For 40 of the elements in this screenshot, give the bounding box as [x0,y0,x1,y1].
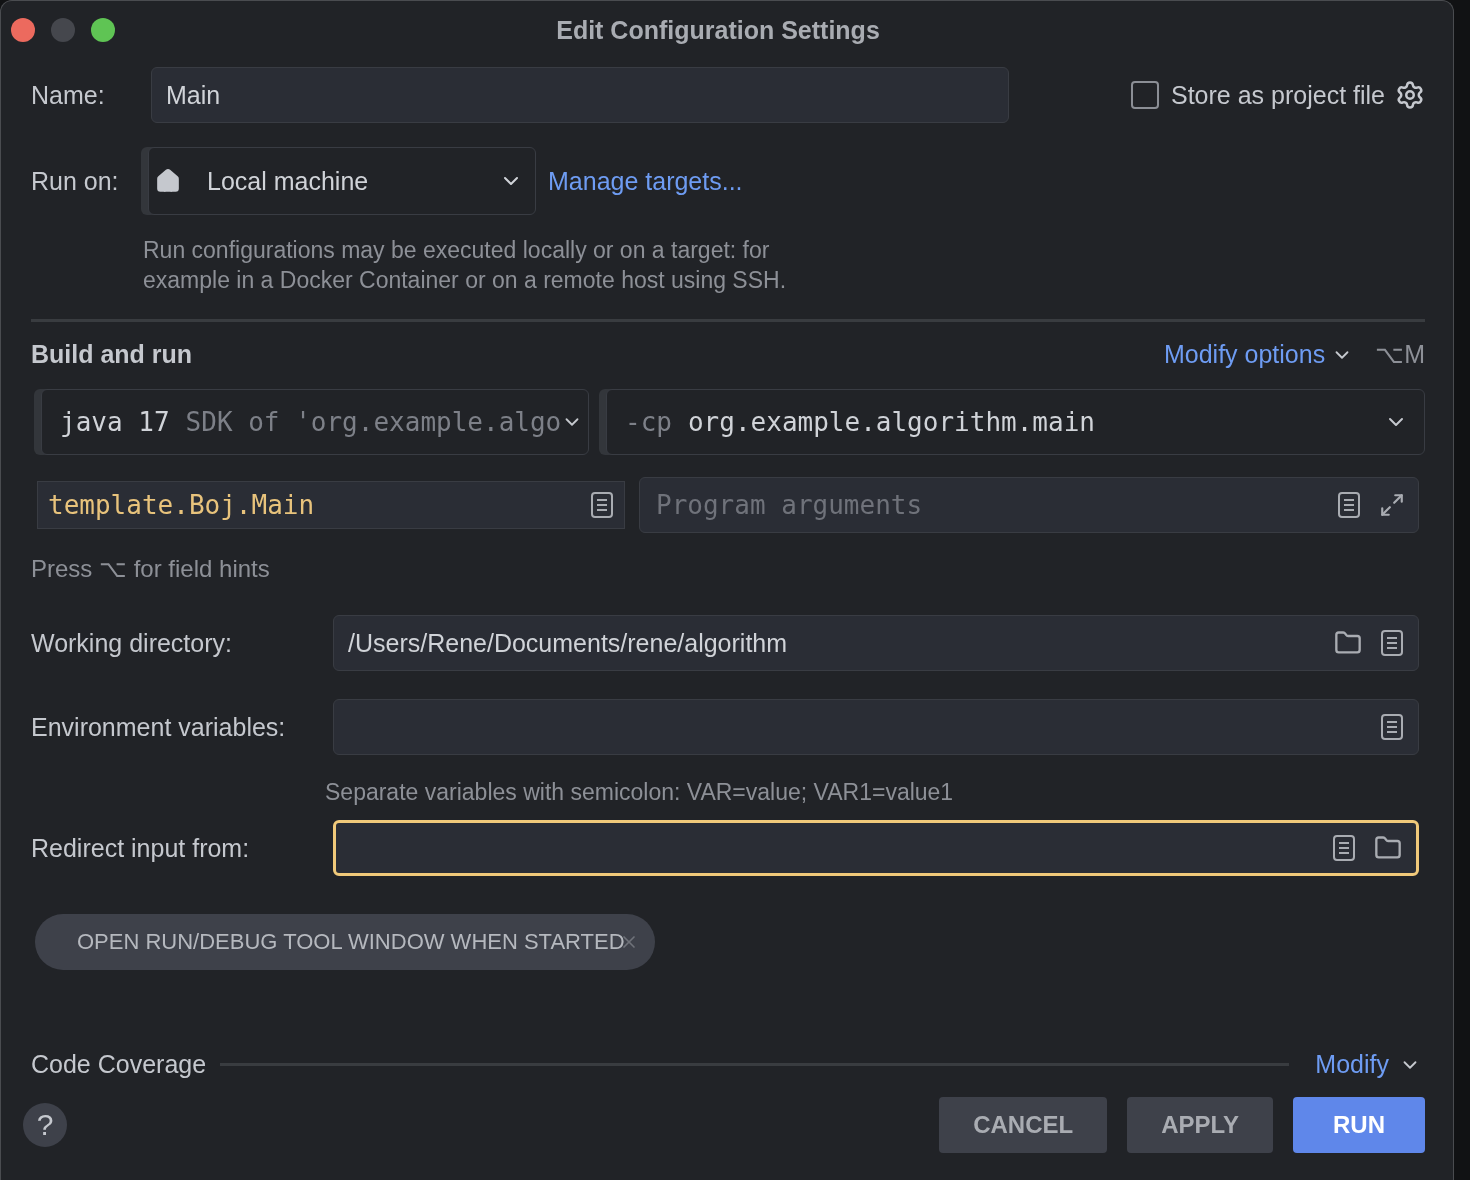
option-chip[interactable]: OPEN RUN/DEBUG TOOL WINDOW WHEN STARTED [35,914,655,970]
environment-field[interactable] [333,699,1419,755]
env-hint-text: Separate variables with semicolon: VAR=value; VAR1=value1 [325,779,954,806]
zoom-button[interactable] [91,18,115,42]
field-hints-text: Press ⌥ for field hints [31,555,270,583]
secondary-button[interactable]: APPLY [1127,1097,1273,1153]
section-title: Code Coverage [31,1050,207,1079]
directory-field[interactable]: /Users/Rene/Documents/rene/algorithm [333,615,1419,671]
field-label: Redirect input from: [31,833,251,863]
manage-targets-link[interactable]: Manage targets... [548,166,743,196]
document-icon[interactable] [1380,714,1404,740]
field-label: Working directory: [31,628,233,658]
window-title: Edit Configuration Settings [556,15,880,45]
field-label: Environment variables: [31,712,287,742]
modify-link[interactable]: Modify [1315,1050,1389,1079]
store-checkbox[interactable] [1131,81,1159,109]
document-icon[interactable] [590,492,614,518]
run-on-help-text: Run configurations may be executed locally or on a target: for example in a Docker Container or on a remote host using SSH. [143,236,788,295]
modify-options-link[interactable]: Modify options [1163,340,1326,369]
house-icon [155,168,181,194]
name-label: Name: [31,80,106,110]
store-label: Store as project file [1171,80,1385,110]
expand-icon[interactable] [1379,492,1405,518]
document-icon[interactable] [1380,630,1404,656]
file-field[interactable] [333,820,1419,876]
run-on-label: Run on: [31,166,120,196]
section-title: Build and run [31,340,194,369]
document-icon[interactable] [1337,492,1361,518]
help-button[interactable]: ? [23,1103,67,1147]
secondary-button[interactable]: CANCEL [939,1097,1108,1153]
name-field[interactable]: Main [151,67,1009,123]
document-icon[interactable] [1332,835,1356,861]
folder-icon[interactable] [1374,834,1402,862]
main-class-field[interactable]: template.Boj.Main [37,481,625,529]
shortcut-label: ⌥M [1375,340,1425,369]
folder-icon[interactable] [1334,629,1362,657]
primary-button[interactable]: RUN [1293,1097,1425,1153]
settings-icon[interactable] [1395,80,1425,110]
close-button[interactable] [11,18,35,42]
program-arguments-field[interactable]: Program arguments [639,477,1419,533]
